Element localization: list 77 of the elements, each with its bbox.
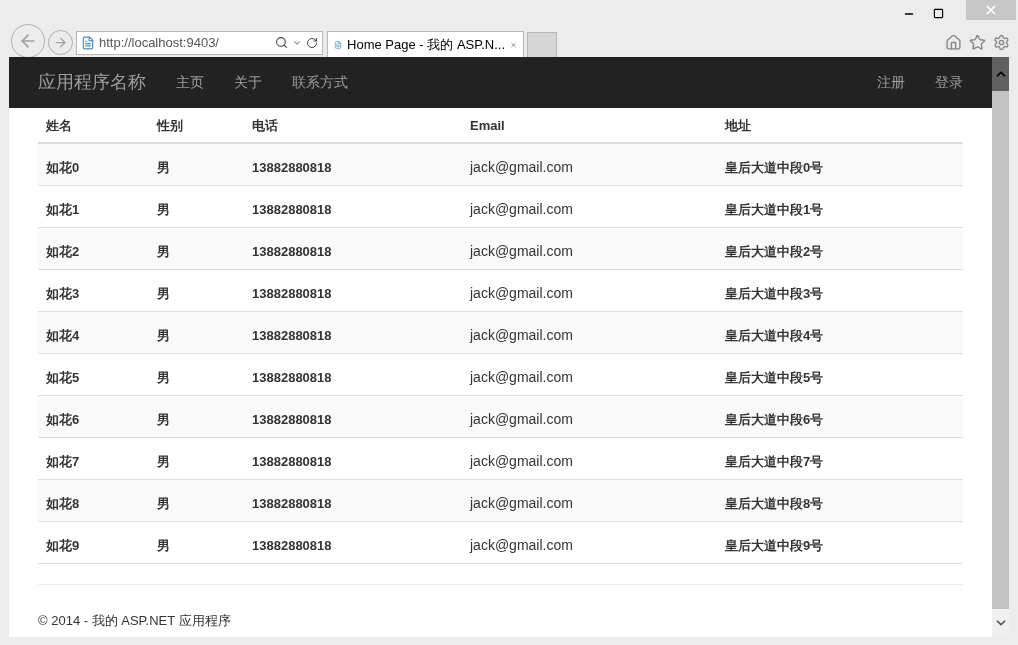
table-cell: 如花1	[46, 202, 80, 217]
table-cell: jack@gmail.com	[470, 201, 573, 217]
brand-link[interactable]: 应用程序名称	[38, 69, 146, 96]
table-cell: 男	[157, 202, 170, 217]
table-cell: jack@gmail.com	[470, 327, 573, 343]
maximize-icon[interactable]	[933, 8, 944, 19]
search-icon[interactable]	[275, 36, 288, 49]
table-cell: jack@gmail.com	[470, 411, 573, 427]
table-cell: 13882880818	[252, 328, 332, 343]
table-cell: 如花9	[46, 538, 80, 553]
table-cell: 男	[157, 538, 170, 553]
table-cell: 男	[157, 412, 170, 427]
table-cell: 皇后大道中段6号	[725, 412, 824, 427]
footer-text: © 2014 - 我的 ASP.NET 应用程序	[38, 613, 231, 628]
table-cell: 如花4	[46, 328, 80, 343]
nav-link[interactable]: 主页	[176, 72, 204, 93]
table-cell: 男	[157, 160, 170, 175]
table-cell: 皇后大道中段5号	[725, 370, 824, 385]
table-cell: 皇后大道中段1号	[725, 202, 824, 217]
table-cell: 13882880818	[252, 160, 332, 175]
table-cell: 13882880818	[252, 202, 332, 217]
table-cell: 13882880818	[252, 412, 332, 427]
column-header: 性别	[157, 118, 183, 133]
table-cell: 如花8	[46, 496, 80, 511]
table-cell: 男	[157, 328, 170, 343]
new-tab-button[interactable]	[527, 31, 557, 58]
table-cell: 13882880818	[252, 370, 332, 385]
table-cell: 如花0	[46, 160, 80, 175]
table-cell: 皇后大道中段0号	[725, 160, 824, 175]
table-cell: 男	[157, 454, 170, 469]
column-header: Email	[470, 118, 505, 133]
column-header: 姓名	[46, 118, 72, 133]
column-header: 地址	[725, 118, 751, 133]
table-cell: 男	[157, 370, 170, 385]
table-cell: 如花3	[46, 286, 80, 301]
table-cell: 13882880818	[252, 454, 332, 469]
table-cell: jack@gmail.com	[470, 495, 573, 511]
scrollbar[interactable]	[992, 57, 1009, 637]
nav-link[interactable]: 注册	[877, 72, 905, 93]
table-cell: jack@gmail.com	[470, 369, 573, 385]
table-cell: 如花2	[46, 244, 80, 259]
table-cell: 如花6	[46, 412, 80, 427]
column-header: 电话	[252, 118, 278, 133]
table-cell: 皇后大道中段8号	[725, 496, 824, 511]
page-icon	[334, 38, 343, 52]
page-icon	[81, 35, 95, 50]
table-cell: jack@gmail.com	[470, 243, 573, 259]
table-cell: 皇后大道中段9号	[725, 538, 824, 553]
settings-icon[interactable]	[993, 34, 1010, 51]
home-icon[interactable]	[945, 34, 962, 51]
table-cell: 皇后大道中段3号	[725, 286, 824, 301]
tab-title: Home Page - 我的 ASP.N...	[347, 36, 506, 55]
table-cell: 皇后大道中段4号	[725, 328, 824, 343]
browser-tab[interactable]: Home Page - 我的 ASP.N...	[327, 31, 524, 58]
refresh-icon[interactable]	[306, 36, 318, 49]
table-cell: jack@gmail.com	[470, 159, 573, 175]
table-cell: 13882880818	[252, 244, 332, 259]
table-cell: 13882880818	[252, 496, 332, 511]
table-cell: 男	[157, 496, 170, 511]
nav-link[interactable]: 联系方式	[292, 72, 348, 93]
close-icon	[984, 3, 998, 17]
table-cell: jack@gmail.com	[470, 453, 573, 469]
nav-link[interactable]: 关于	[234, 72, 262, 93]
table-cell: jack@gmail.com	[470, 285, 573, 301]
table-cell: 如花5	[46, 370, 80, 385]
table-cell: jack@gmail.com	[470, 537, 573, 553]
table-cell: 皇后大道中段2号	[725, 244, 824, 259]
table-cell: 男	[157, 286, 170, 301]
url-text: http://localhost:9403/	[99, 33, 220, 52]
table-cell: 如花7	[46, 454, 80, 469]
table-cell: 13882880818	[252, 538, 332, 553]
address-bar[interactable]: http://localhost:9403/	[76, 30, 323, 55]
table-cell: 13882880818	[252, 286, 332, 301]
nav-link[interactable]: 登录	[935, 72, 963, 93]
star-icon[interactable]	[969, 34, 986, 51]
table-cell: 皇后大道中段7号	[725, 454, 824, 469]
table-cell: 男	[157, 244, 170, 259]
